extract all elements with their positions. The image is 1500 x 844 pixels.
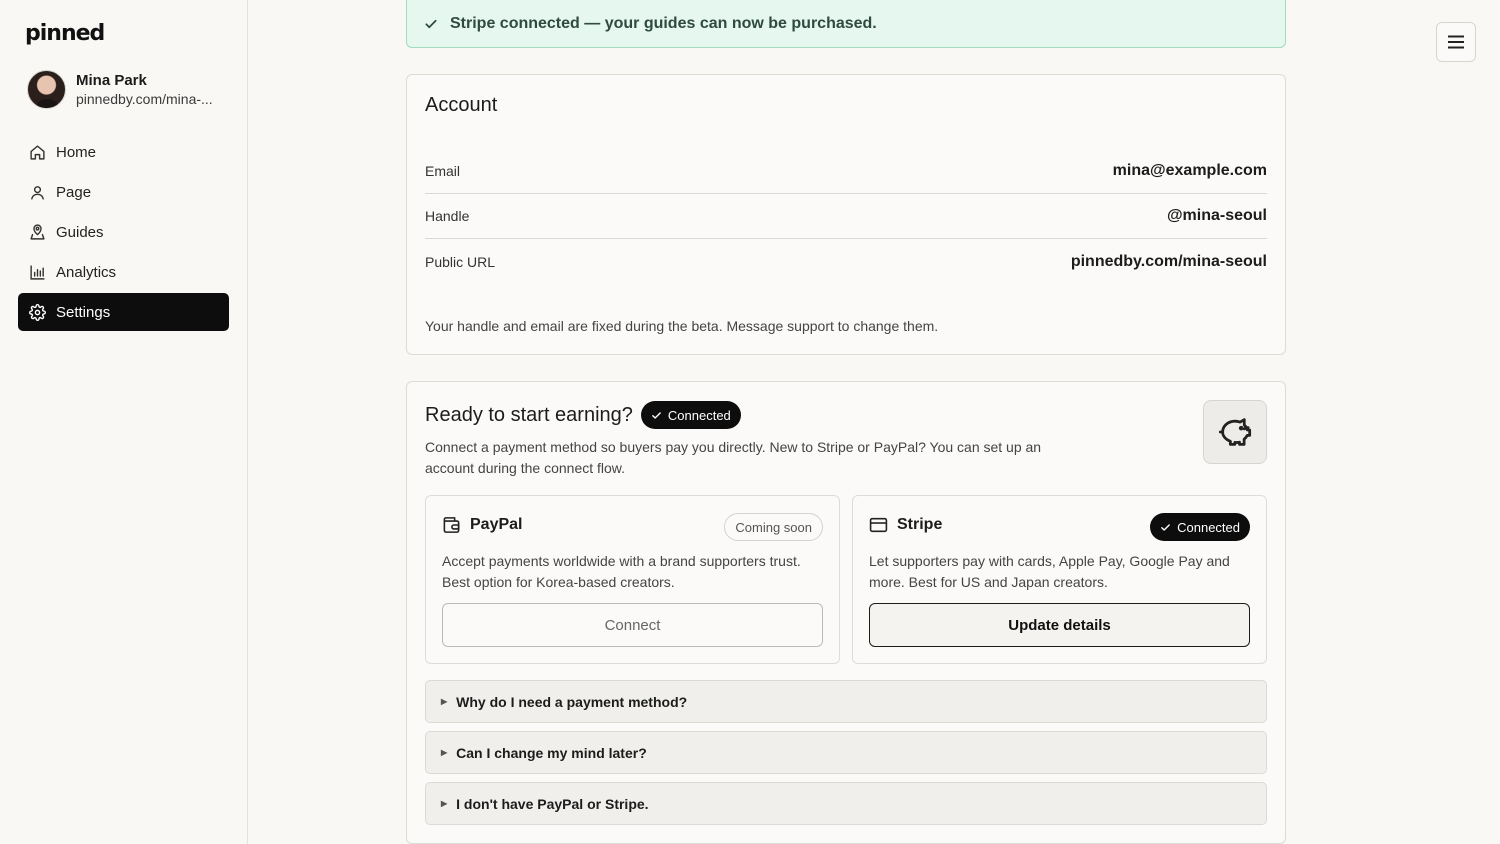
account-title: Account	[425, 94, 498, 116]
account-card: Account Email mina@example.com Handle @m…	[406, 74, 1286, 355]
profile-name: Mina Park	[76, 71, 147, 89]
sidebar-item-settings[interactable]: Settings	[18, 293, 229, 331]
caret-right-icon: ▶	[441, 748, 448, 757]
row-label: Email	[425, 163, 461, 179]
provider-description: Let supporters pay with cards, Apple Pay…	[869, 553, 1230, 590]
faq-item[interactable]: ▶ I don't have PayPal or Stripe.	[425, 782, 1267, 825]
user-icon	[28, 183, 46, 201]
earning-card: Ready to start earning? Connected Connec…	[406, 381, 1286, 844]
row-label: Handle	[425, 208, 470, 224]
row-value: @mina-seoul	[1166, 207, 1267, 224]
profile-summary[interactable]: Mina Park pinnedby.com/mina-...	[27, 70, 213, 109]
faq-question: I don't have PayPal or Stripe.	[456, 795, 649, 812]
profile-url: pinnedby.com/mina-...	[76, 90, 213, 107]
account-note: Your handle and email are fixed during t…	[425, 318, 939, 334]
toast-message: Stripe connected — your guides can now b…	[450, 14, 877, 32]
sidebar-item-label: Guides	[56, 223, 104, 241]
row-value[interactable]: pinnedby.com/mina-seoul	[1071, 253, 1267, 271]
avatar	[27, 70, 66, 109]
success-toast: Stripe connected — your guides can now b…	[406, 0, 1286, 48]
caret-right-icon: ▶	[441, 697, 448, 706]
provider-name: PayPal	[470, 516, 523, 533]
coming-soon-badge: Coming soon	[724, 513, 823, 541]
sidebar-item-label: Page	[56, 183, 92, 201]
sidebar-item-label: Analytics	[56, 263, 117, 281]
menu-button[interactable]	[1436, 22, 1476, 62]
faq-question: Why do I need a payment method?	[456, 693, 688, 710]
connected-badge-label: Connected	[1177, 519, 1240, 535]
gear-icon	[28, 303, 46, 321]
faq-question: Can I change my mind later?	[456, 744, 647, 761]
app-logo[interactable]: pinned	[25, 21, 105, 46]
sidebar-nav: Home Page Guides Analytics Settings	[18, 133, 229, 333]
earning-description: Connect a payment method so buyers pay y…	[425, 439, 1042, 476]
sidebar-item-analytics[interactable]: Analytics	[18, 253, 229, 291]
check-icon	[1160, 522, 1171, 533]
sidebar-item-page[interactable]: Page	[18, 173, 229, 211]
status-badge: Connected	[640, 401, 741, 429]
account-row-email: Email mina@example.com	[425, 149, 1267, 194]
check-icon	[651, 410, 662, 421]
piggy-bank-icon	[1203, 400, 1267, 464]
provider-description: Accept payments worldwide with a brand s…	[442, 553, 801, 590]
map-pin-icon	[28, 223, 46, 241]
sidebar: pinned Mina Park pinnedby.com/mina-... H…	[0, 0, 248, 844]
caret-right-icon: ▶	[441, 799, 448, 808]
paypal-connect-button[interactable]: Connect	[442, 603, 823, 647]
sidebar-item-guides[interactable]: Guides	[18, 213, 229, 251]
credit-card-icon	[869, 517, 888, 533]
sidebar-item-home[interactable]: Home	[18, 133, 229, 171]
stripe-card: Stripe Connected Let supporters pay with…	[852, 495, 1267, 664]
stripe-update-details-button[interactable]: Update details	[869, 603, 1250, 647]
account-row-handle: Handle @mina-seoul	[425, 194, 1267, 239]
bar-chart-icon	[28, 263, 46, 281]
sidebar-item-label: Home	[56, 143, 97, 161]
account-row-public-url: Public URL pinnedby.com/mina-seoul	[425, 239, 1267, 284]
faq-item[interactable]: ▶ Why do I need a payment method?	[425, 680, 1267, 723]
earning-title: Ready to start earning?	[425, 403, 633, 426]
status-badge-label: Connected	[667, 407, 731, 423]
wallet-icon	[442, 516, 461, 534]
check-icon	[424, 17, 438, 31]
row-label: Public URL	[425, 253, 496, 270]
connected-badge: Connected	[1150, 513, 1250, 541]
home-icon	[28, 143, 46, 161]
hamburger-icon	[1448, 35, 1464, 49]
faq-item[interactable]: ▶ Can I change my mind later?	[425, 731, 1267, 774]
row-value: mina@example.com	[1112, 162, 1267, 179]
provider-name: Stripe	[897, 516, 943, 533]
sidebar-item-label: Settings	[56, 303, 111, 321]
paypal-card: PayPal Coming soon Accept payments world…	[425, 495, 840, 664]
